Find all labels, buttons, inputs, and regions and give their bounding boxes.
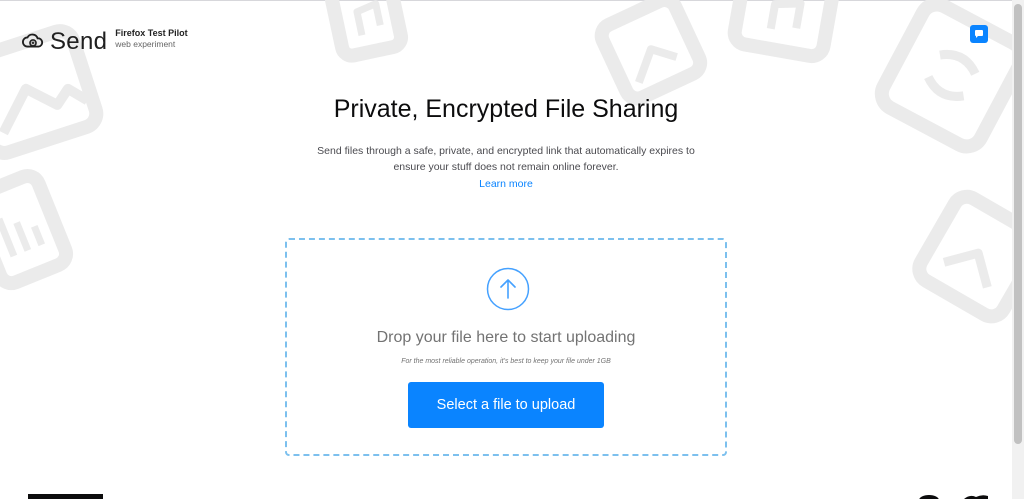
image-file-icon (594, 0, 708, 106)
send-logo-icon (22, 33, 44, 48)
page-title: Private, Encrypted File Sharing (333, 95, 679, 123)
archive-file-icon (874, 0, 1012, 154)
chat-bubble-icon (975, 30, 983, 38)
upload-dropzone[interactable]: Drop your file here to start uploading F… (285, 238, 727, 456)
test-pilot-title: Firefox Test Pilot (115, 28, 188, 38)
test-pilot-subtitle: web experiment (115, 39, 176, 49)
mozilla-logo[interactable] (28, 494, 103, 499)
page-description: Send files through a safe, private, and … (317, 145, 695, 173)
github-icon[interactable] (918, 494, 940, 499)
feedback-button[interactable] (970, 25, 988, 43)
file-size-hint: For the most reliable operation, it’s be… (401, 358, 611, 365)
window-top-border (0, 0, 1024, 1)
image-file-icon (912, 189, 1012, 324)
drop-instruction: Drop your file here to start uploading (376, 329, 636, 346)
scrollbar-thumb[interactable] (1014, 4, 1022, 444)
music-file-icon (324, 0, 409, 63)
music-file-icon (727, 0, 840, 64)
logo-text: Send (50, 28, 108, 55)
scrollbar[interactable] (1012, 0, 1024, 499)
select-file-button[interactable]: Select a file to upload (408, 382, 604, 428)
test-pilot-label: Firefox Test Pilot web experiment (115, 28, 187, 50)
send-logo[interactable]: Send Firefox Test Pilot web experiment (22, 28, 188, 56)
twitter-icon[interactable] (962, 494, 990, 499)
upload-arrow-icon (486, 267, 530, 311)
learn-more-link[interactable]: Learn more (0, 178, 1012, 190)
